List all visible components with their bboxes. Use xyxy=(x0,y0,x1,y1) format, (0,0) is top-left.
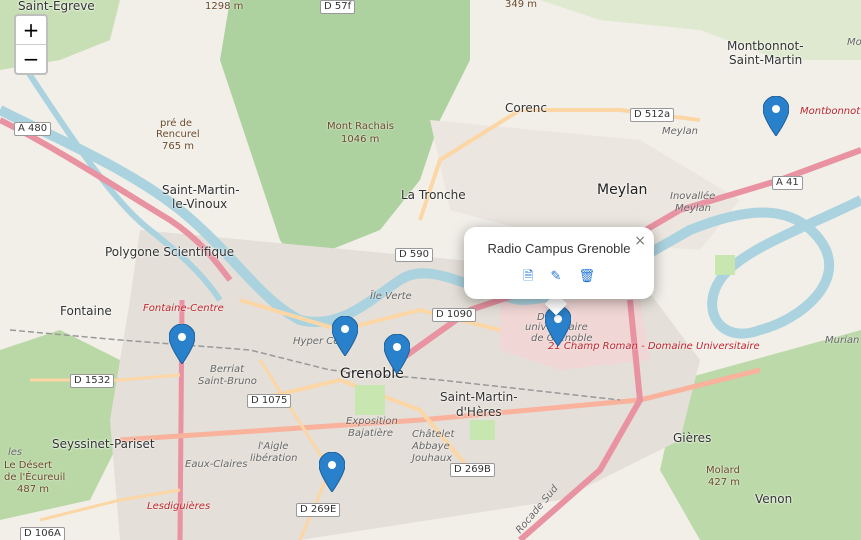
place-label: Saint-Bruno xyxy=(198,376,257,387)
place-label: libération xyxy=(250,453,298,464)
place-label: Gières xyxy=(673,431,712,445)
map-marker-icon[interactable] xyxy=(169,324,195,364)
place-label: Mo xyxy=(847,37,861,48)
popup-actions: 🗎 ✎ 🗑 xyxy=(464,265,654,289)
road-label: A 41 xyxy=(772,176,803,190)
elevation-label: 427 m xyxy=(708,477,741,488)
place-label: Meylan xyxy=(597,182,648,198)
place-label: Abbaye xyxy=(412,441,450,452)
marker-popup: Radio Campus Grenoble × 🗎 ✎ 🗑 xyxy=(464,227,654,299)
road-label: D 590 xyxy=(395,248,433,262)
elevation-label: de l'Écureuil xyxy=(4,472,66,483)
place-label: l'Aigle xyxy=(258,441,289,452)
place-label: Berriat xyxy=(210,364,245,375)
place-label: Venon xyxy=(755,492,793,506)
place-label: les xyxy=(8,447,23,458)
place-label: Meylan xyxy=(662,126,698,137)
elevation-label: pré de xyxy=(160,118,193,129)
place-label: Fontaine xyxy=(60,304,112,318)
place-label: La Tronche xyxy=(401,188,466,202)
popup-title: Radio Campus Grenoble xyxy=(487,241,631,256)
elevation-label: Molard xyxy=(706,465,740,476)
place-label: Polygone Scientifique xyxy=(105,245,235,259)
stop-label: Montbonnot - xyxy=(800,106,861,117)
road-label: D 269B xyxy=(450,463,495,477)
place-label: d'Hères xyxy=(456,405,502,419)
elevation-label: Rencurel xyxy=(156,129,200,140)
edit-icon[interactable]: ✎ xyxy=(551,269,562,284)
zoom-control: + − xyxy=(14,14,48,75)
place-label: Bajatière xyxy=(348,428,394,439)
file-icon[interactable]: 🗎 xyxy=(523,267,533,289)
place-label: Exposition xyxy=(346,416,398,427)
road-label: D 106A xyxy=(20,527,65,540)
map[interactable]: Saint-Egreve 1298 m 349 m D 57f Montbonn… xyxy=(0,0,861,540)
place-label: Meylan xyxy=(675,203,711,214)
map-marker-icon[interactable] xyxy=(763,96,789,136)
place-label: Saint-Egreve xyxy=(18,0,95,13)
place-label: Jouhaux xyxy=(412,453,453,464)
elevation-label: 765 m xyxy=(162,141,195,152)
map-marker-icon[interactable] xyxy=(384,334,410,374)
road-label: D 512a xyxy=(630,108,675,122)
elevation-label: Mont Rachais xyxy=(327,121,394,132)
place-label: Saint-Martin- xyxy=(440,390,518,404)
place-label: Île Verte xyxy=(370,291,412,302)
elevation-label: 349 m xyxy=(505,0,538,10)
place-label: le-Vinoux xyxy=(172,197,228,211)
trash-icon[interactable]: 🗑 xyxy=(579,269,596,284)
place-label: Eaux-Claires xyxy=(185,459,248,470)
place-label: Seyssinet-Pariset xyxy=(52,437,155,451)
road-label: D 57f xyxy=(320,0,356,14)
elevation-label: 487 m xyxy=(17,484,50,495)
place-label: Corenc xyxy=(505,101,547,115)
stop-label: Lesdiguières xyxy=(147,501,211,512)
zoom-in-button[interactable]: + xyxy=(16,16,46,45)
place-label: Montbonnot- xyxy=(727,39,804,53)
road-label: D 1090 xyxy=(432,308,477,322)
road-label: D 1532 xyxy=(70,374,115,388)
place-label: Saint-Martin xyxy=(729,53,803,67)
stop-label: Fontaine-Centre xyxy=(143,303,224,314)
elevation-label: 1046 m xyxy=(341,134,380,145)
place-label: Châtelet xyxy=(412,429,455,440)
elevation-label: Le Désert xyxy=(4,460,52,471)
close-icon[interactable]: × xyxy=(634,233,646,249)
road-label: D 1075 xyxy=(247,394,292,408)
place-label: Murian xyxy=(825,335,860,346)
stop-label: 21 Champ Roman - Domaine Universitaire xyxy=(548,341,760,352)
place-label: Saint-Martin- xyxy=(162,183,240,197)
map-marker-icon[interactable] xyxy=(319,452,345,492)
road-label: D 269E xyxy=(296,503,341,517)
place-label: Inovallée xyxy=(670,191,716,202)
map-marker-icon[interactable] xyxy=(332,316,358,356)
road-label: A 480 xyxy=(14,122,52,136)
elevation-label: 1298 m xyxy=(205,1,244,12)
zoom-out-button[interactable]: − xyxy=(16,45,46,73)
